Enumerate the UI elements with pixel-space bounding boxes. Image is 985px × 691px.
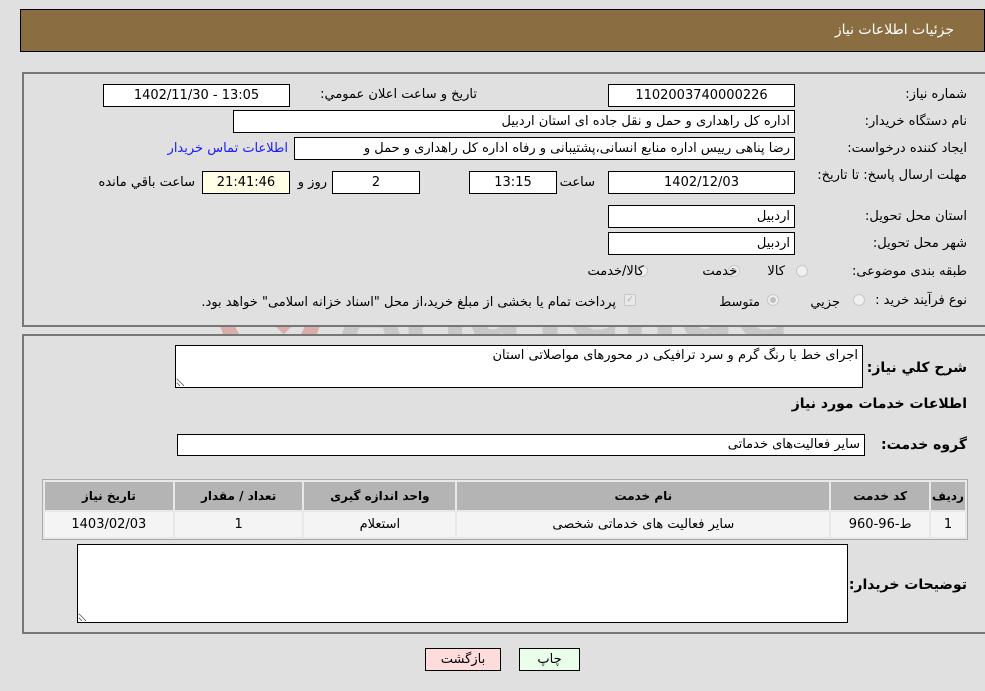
buyer-notes-label: توضيحات خريدار:	[848, 577, 967, 593]
col-date-header: تاريخ نياز	[45, 482, 173, 510]
buyer-org-label: نام دستگاه خريدار:	[864, 114, 967, 129]
back-button[interactable]: بازگشت	[425, 648, 501, 671]
purchase-radio-minor[interactable]	[853, 294, 865, 306]
col-unit-header: واحد اندازه گيری	[304, 482, 456, 510]
cell-date: 1403/02/03	[45, 512, 173, 537]
category-option-goods: کالا	[767, 264, 785, 279]
category-option-service: خدمت	[702, 264, 737, 279]
days-label: روز و	[297, 175, 327, 190]
description-textarea[interactable]: اجرای خط با رنگ گرم و سرد ترافیکی در محو…	[175, 345, 863, 388]
description-label: شرح کلي نياز:	[866, 360, 967, 376]
requester-field: رضا پناهی رییس اداره منابع انسانی،پشتیبا…	[294, 137, 795, 160]
cell-qty: 1	[174, 512, 303, 537]
table-header-row: رديف کد خدمت نام خدمت واحد اندازه گيری ت…	[45, 482, 965, 510]
need-number-label: شماره نیاز:	[905, 87, 967, 102]
services-heading: اطلاعات خدمات مورد نياز	[791, 396, 967, 412]
cell-row: 1	[930, 512, 965, 537]
deadline-date-field: 1402/12/03	[608, 171, 795, 194]
print-button[interactable]: چاپ	[519, 648, 580, 671]
buyer-contact-link[interactable]: اطلاعات تماس خريدار	[168, 141, 288, 156]
purchase-radio-medium[interactable]	[767, 294, 779, 306]
service-details-panel: شرح کلي نياز: اجرای خط با رنگ گرم و سرد …	[22, 334, 985, 634]
col-code-header: کد خدمت	[831, 482, 929, 510]
table-row: 1 ط-96-960 سایر فعالیت های خدماتی شخصی ا…	[45, 512, 965, 537]
services-table: رديف کد خدمت نام خدمت واحد اندازه گيری ت…	[42, 479, 968, 540]
service-group-field: سایر فعالیت‌های خدماتی	[177, 434, 865, 456]
category-label: طبقه بندی موضوعی:	[851, 264, 967, 279]
cell-name: سایر فعالیت های خدماتی شخصی	[457, 512, 830, 537]
city-label: شهر محل تحويل:	[872, 236, 967, 251]
time-remaining-label: ساعت باقي مانده	[98, 175, 195, 190]
service-group-label: گروه خدمت:	[881, 437, 967, 453]
need-info-panel: شماره نیاز: 1102003740000226 تاریخ و ساع…	[22, 72, 985, 327]
requester-label: ايجاد کننده درخواست:	[847, 141, 967, 156]
treasury-checkbox[interactable]: ✓	[624, 294, 636, 306]
need-number-field: 1102003740000226	[608, 84, 795, 107]
category-radio-goods[interactable]	[796, 265, 808, 277]
days-remaining-field: 2	[332, 171, 420, 194]
purchase-option-medium: متوسط	[719, 295, 760, 310]
col-qty-header: تعداد / مقدار	[174, 482, 303, 510]
col-row-header: رديف	[930, 482, 965, 510]
time-remaining-field: 21:41:46	[202, 171, 290, 194]
page-header: جزئیات اطلاعات نیاز	[20, 9, 985, 52]
city-field: اردبیل	[608, 232, 795, 255]
page-title: جزئیات اطلاعات نیاز	[834, 22, 954, 38]
category-option-goods-service: کالا/خدمت	[587, 264, 644, 279]
province-field: اردبیل	[608, 205, 795, 228]
cell-code: ط-96-960	[831, 512, 929, 537]
deadline-time-label: ساعت	[559, 175, 595, 190]
col-name-header: نام خدمت	[457, 482, 830, 510]
buyer-notes-textarea[interactable]	[77, 544, 848, 623]
buyer-org-field: اداره کل راهداری و حمل و نقل جاده ای است…	[233, 110, 795, 133]
announce-datetime-field: 1402/11/30 - 13:05	[103, 84, 290, 107]
treasury-note: پرداخت تمام یا بخشی از مبلغ خرید،از محل …	[201, 295, 616, 310]
deadline-time-field: 13:15	[469, 171, 557, 194]
announce-datetime-label: تاریخ و ساعت اعلان عمومي:	[320, 87, 477, 102]
deadline-label: مهلت ارسال پاسخ: تا تاريخ:	[817, 168, 967, 183]
cell-unit: استعلام	[304, 512, 456, 537]
province-label: استان محل تحويل:	[865, 209, 967, 224]
purchase-type-label: نوع فرآيند خريد :	[875, 293, 967, 308]
purchase-option-minor: جزيي	[810, 295, 840, 310]
